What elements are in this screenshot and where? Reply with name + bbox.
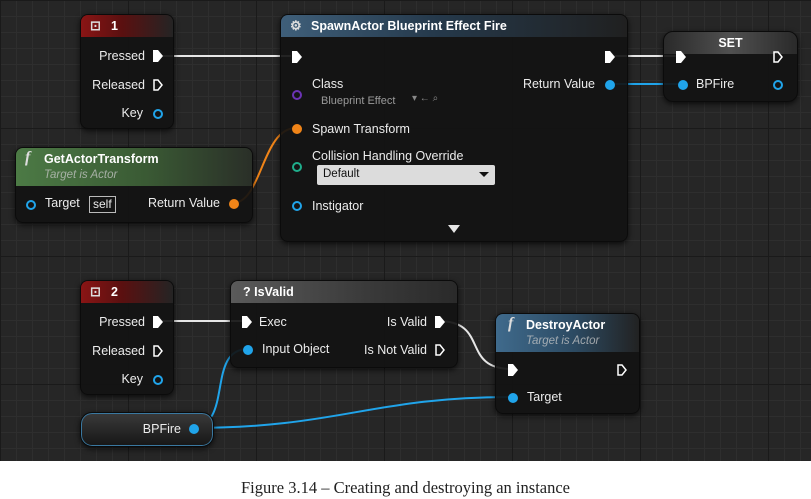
chevron-down-icon: [479, 172, 489, 177]
is-not-valid-exec-pin[interactable]: [435, 344, 445, 356]
key-event-icon: ⊡: [90, 284, 101, 299]
node-header: f GetActorTransform Target is Actor: [16, 148, 252, 186]
input-event-node-1[interactable]: ⊡ 1 Pressed Released Key: [80, 14, 174, 129]
collision-dropdown[interactable]: Default: [317, 165, 495, 185]
target-self-box[interactable]: self: [89, 196, 116, 213]
return-value-pin[interactable]: [605, 80, 615, 90]
exec-in-pin[interactable]: [508, 364, 518, 376]
class-value[interactable]: Blueprint Effect: [321, 95, 395, 107]
released-exec-pin[interactable]: [153, 79, 163, 91]
node-title: GetActorTransform: [44, 152, 159, 166]
key-label: Key: [121, 372, 143, 386]
key-label: Key: [121, 106, 143, 120]
released-label: Released: [92, 78, 145, 92]
figure-caption: Figure 3.14 – Creating and destroying an…: [240, 478, 570, 497]
spawn-actor-node[interactable]: ⚙ SpawnActor Blueprint Effect Fire Class…: [280, 14, 628, 242]
node-header: ⚙ SpawnActor Blueprint Effect Fire: [281, 15, 627, 37]
released-label: Released: [92, 344, 145, 358]
bpfire-getter-pin[interactable]: [189, 424, 199, 434]
node-title: 1: [111, 19, 118, 33]
instigator-pin[interactable]: [292, 201, 302, 211]
key-pin[interactable]: [153, 109, 163, 119]
get-actor-transform-node[interactable]: f GetActorTransform Target is Actor Targ…: [15, 147, 253, 223]
pressed-label: Pressed: [99, 315, 145, 329]
collision-pin[interactable]: [292, 162, 302, 172]
return-value-label: Return Value: [522, 77, 595, 91]
node-title: DestroyActor: [526, 318, 606, 332]
collision-value: Default: [323, 168, 360, 180]
node-subtitle: Target is Actor: [526, 335, 600, 347]
target-pin[interactable]: [508, 393, 518, 403]
class-pin[interactable]: [292, 90, 302, 100]
pressed-label: Pressed: [99, 49, 145, 63]
input-event-node-2[interactable]: ⊡ 2 Pressed Released Key: [80, 280, 174, 395]
return-value-label: Return Value: [147, 196, 220, 210]
is-valid-node[interactable]: ? IsValid Exec Input Object Is Valid Is …: [230, 280, 458, 368]
bpfire-label: BPFire: [696, 77, 735, 91]
input-object-label: Input Object: [262, 342, 330, 356]
function-icon: f: [25, 149, 31, 166]
is-valid-label: Is Valid: [386, 315, 427, 329]
spawn-transform-label: Spawn Transform: [312, 122, 410, 136]
is-not-valid-label: Is Not Valid: [364, 343, 427, 357]
key-pin[interactable]: [153, 375, 163, 385]
class-label: Class: [312, 77, 344, 91]
target-label: Target: [45, 196, 80, 210]
collision-label: Collision Handling Override: [312, 149, 464, 163]
released-exec-pin[interactable]: [153, 345, 163, 357]
key-event-icon: ⊡: [90, 18, 101, 33]
class-dropdown-arrow-icon[interactable]: ▾ ← ⌕: [412, 93, 438, 104]
is-valid-exec-pin[interactable]: [435, 316, 445, 328]
node-header: f DestroyActor Target is Actor: [496, 314, 639, 352]
exec-out-pin[interactable]: [773, 51, 783, 63]
set-node[interactable]: SET BPFire: [663, 31, 798, 102]
spawn-icon: ⚙: [290, 18, 302, 33]
target-pin[interactable]: [26, 200, 36, 210]
bpfire-getter-label: BPFire: [142, 422, 181, 436]
exec-out-pin[interactable]: [617, 364, 627, 376]
destroy-actor-node[interactable]: f DestroyActor Target is Actor Target: [495, 313, 640, 414]
bpfire-getter-node[interactable]: BPFire: [80, 412, 214, 447]
function-icon: f: [508, 315, 514, 332]
exec-out-pin[interactable]: [605, 51, 615, 63]
exec-in-pin[interactable]: [242, 316, 252, 328]
blueprint-graph[interactable]: ⊡ 1 Pressed Released Key ⚙ SpawnActor Bl…: [0, 0, 811, 461]
object-wire-target: [189, 396, 513, 429]
return-value-pin[interactable]: [229, 199, 239, 209]
node-title: SpawnActor Blueprint Effect Fire: [311, 19, 507, 33]
target-label: Target: [527, 390, 562, 404]
bpfire-out-pin[interactable]: [773, 80, 783, 90]
spawn-transform-pin[interactable]: [292, 124, 302, 134]
pressed-exec-pin[interactable]: [153, 50, 163, 62]
exec-in-pin[interactable]: [676, 51, 686, 63]
exec-in-pin[interactable]: [292, 51, 302, 63]
node-title: ? IsValid: [243, 285, 294, 299]
node-title: SET: [718, 36, 743, 50]
input-object-pin[interactable]: [243, 345, 253, 355]
node-header: ⊡ 2: [81, 281, 173, 303]
node-subtitle: Target is Actor: [44, 169, 118, 181]
node-title: 2: [111, 285, 118, 299]
bpfire-in-pin[interactable]: [678, 80, 688, 90]
exec-label: Exec: [259, 315, 287, 329]
node-header: ⊡ 1: [81, 15, 173, 37]
instigator-label: Instigator: [312, 199, 364, 213]
node-header: ? IsValid: [231, 281, 457, 303]
pressed-exec-pin[interactable]: [153, 316, 163, 328]
expand-arrow-icon[interactable]: [448, 225, 460, 233]
